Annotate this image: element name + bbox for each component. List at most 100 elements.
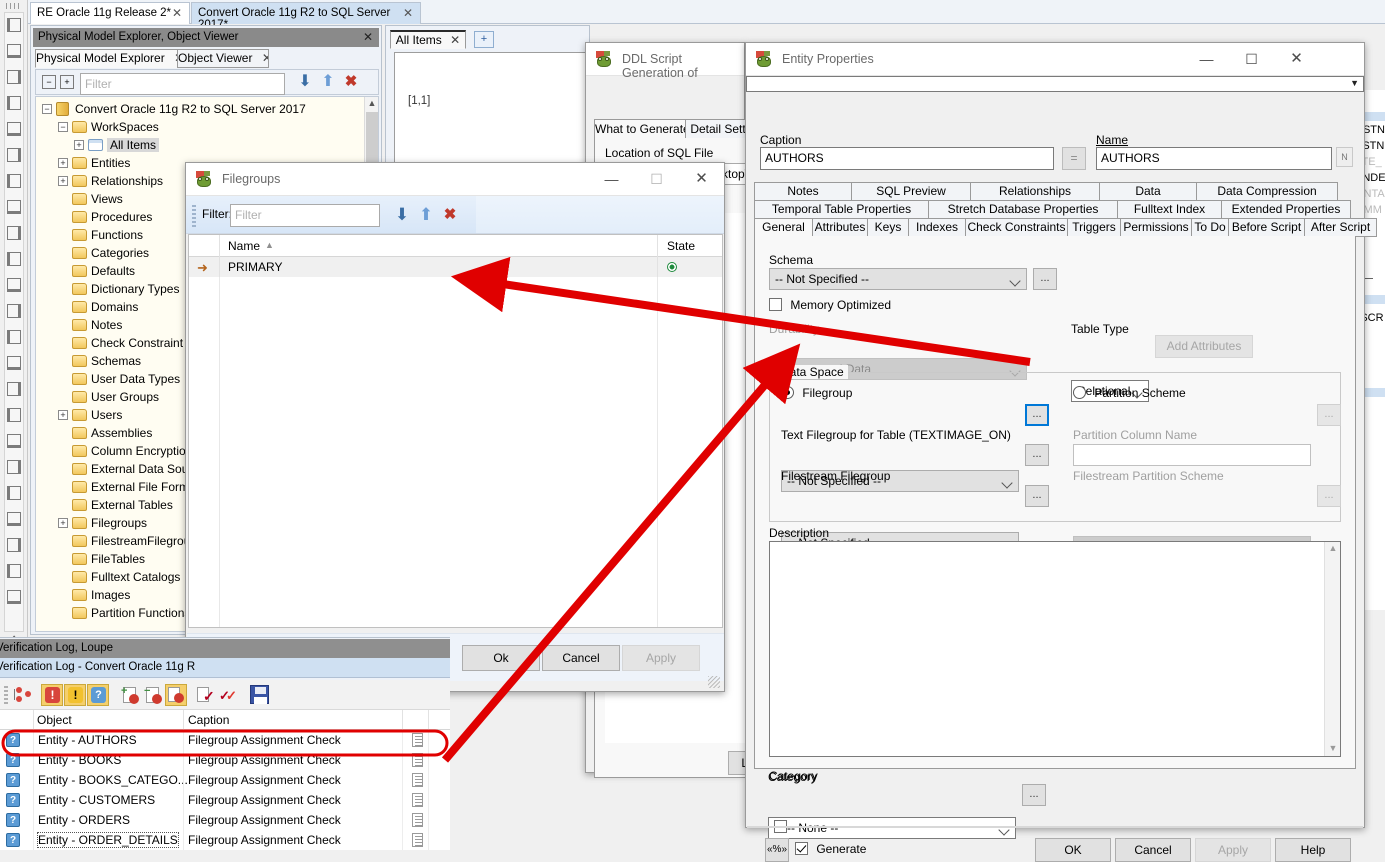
error-filter-icon[interactable]: ! [41,684,63,706]
send-back-icon[interactable] [7,330,21,344]
filegroup-browse-button[interactable]: ... [1025,404,1049,426]
move-down-icon[interactable]: ⬇ [392,205,412,225]
tab-check-constraints[interactable]: Check Constraints [965,218,1068,237]
explorer-filter-input[interactable]: Filter [80,73,285,95]
resize-grip[interactable] [708,676,720,688]
close-button[interactable]: ✕ [679,163,724,195]
tab-triggers[interactable]: Triggers [1067,218,1121,237]
check-icon[interactable]: ✓ [196,685,216,705]
route-u-icon[interactable] [7,460,21,474]
tab-detail-settings[interactable]: Detail Sett [685,119,751,139]
explorer-tabs[interactable]: Physical Model Explorer ✕ Object Viewer … [35,49,269,68]
generate-checkbox[interactable]: Generate [795,842,866,856]
collapse-icon[interactable]: − [58,122,68,132]
tab-fulltext-index[interactable]: Fulltext Index [1117,200,1222,219]
toolbar-grip[interactable] [4,686,8,704]
filegroup-radio[interactable]: Filegroup [781,386,852,400]
ddl-dialog-titlebar[interactable]: DDL Script Generation of [586,43,744,80]
tab-temporal-table-properties[interactable]: Temporal Table Properties [754,200,929,219]
minimize-button[interactable]: — [589,163,634,195]
document-tab-strip[interactable]: RE Oracle 11g Release 2* ✕ Convert Oracl… [28,0,1385,31]
left-toolbar[interactable]: ↕ [0,0,28,660]
space-v-icon[interactable] [7,278,21,292]
details-icon[interactable] [412,833,423,847]
toolbar-grip[interactable] [6,3,22,9]
tab-close-icon[interactable]: ✕ [450,33,460,47]
filestream-filegroup-browse-button[interactable]: ... [1025,485,1049,507]
expand-icon[interactable]: + [58,518,68,528]
details-icon[interactable] [412,793,423,807]
ok-button[interactable]: OK [1035,838,1111,862]
table-row[interactable]: ? Entity - CUSTOMERS Filegroup Assignment … [0,790,450,810]
tab-after-script[interactable]: After Script [1304,218,1377,237]
delete-icon[interactable]: ✖ [440,205,460,225]
tab-data-compression[interactable]: Data Compression [1196,182,1338,201]
scroll-up-arrow-icon[interactable]: ▲ [1325,542,1341,556]
tab-attributes[interactable]: Attributes [812,218,868,237]
table-row[interactable]: ➜ PRIMARY [189,257,722,277]
explorer-panel-close-icon[interactable]: ✕ [363,30,373,44]
expand-icon[interactable]: + [58,176,68,186]
move-up-icon[interactable]: ⬆ [416,205,436,225]
verification-log-grid[interactable]: Object Caption ? Entity - AUTHORS Filegrou… [0,710,450,850]
group-icon[interactable] [7,356,21,370]
tab-relationships[interactable]: Relationships [970,182,1100,201]
doc-tab-1[interactable]: Convert Oracle 11g R2 to SQL Server 2017… [191,2,421,31]
category-combo[interactable]: -- None -- [768,817,1016,839]
tab-general[interactable]: General [754,218,813,237]
column-header-state[interactable]: State [667,239,695,253]
scroll-up-arrow-icon[interactable]: ▲ [365,97,379,111]
tree-item-all-items[interactable]: + All Items [36,136,366,154]
distribute-h-icon[interactable] [7,174,21,188]
warning-filter-icon[interactable]: ! [64,684,86,706]
align-left-icon[interactable] [7,18,21,32]
check-all-icon[interactable]: ✓ ✓ [219,685,241,705]
log-column-caption[interactable]: Caption [188,713,229,727]
schema-browse-button[interactable]: ... [1033,268,1057,290]
ungroup-icon[interactable] [7,382,21,396]
tab-object-viewer[interactable]: Object Viewer ✕ [177,49,269,68]
bring-front-icon[interactable] [7,304,21,318]
tree-item-convert-oracle-11g-r2-to-sql-server-2017[interactable]: − Convert Oracle 11g R2 to SQL Server 201… [36,100,366,118]
tab-indexes[interactable]: Indexes [908,218,966,237]
align-middle-icon[interactable] [7,122,21,136]
doc-tab-1-close-icon[interactable]: ✕ [403,6,413,20]
details-icon[interactable] [412,773,423,787]
align-right-icon[interactable] [7,70,21,84]
tab-stretch-database-properties[interactable]: Stretch Database Properties [928,200,1118,219]
minimize-button[interactable]: — [1184,43,1229,75]
filegroups-list[interactable]: Name ▲ State ➜ PRIMARY [188,234,723,628]
doc-tab-0-close-icon[interactable]: ✕ [172,6,182,20]
diagram-tabs[interactable]: All Items ✕ + [390,30,494,49]
explorer-panel-header[interactable]: Physical Model Explorer, Object Viewer ✕ [33,28,379,47]
info-filter-icon[interactable]: ? [87,684,109,706]
collapse-all-icon[interactable]: − [42,75,56,89]
route-direct-icon[interactable] [7,590,21,604]
table-row[interactable]: ? Entity - ORDERS Filegroup Assignment Che… [0,810,450,830]
filegroups-filter-input[interactable]: Filter [230,204,380,227]
description-textarea[interactable] [769,541,1341,757]
macro-button[interactable]: «%» [765,838,789,862]
filegroups-titlebar[interactable]: Filegroups — ☐ ✕ [186,163,724,196]
tab-permissions[interactable]: Permissions [1120,218,1192,237]
route-z-icon[interactable] [7,512,21,526]
tab-notes[interactable]: Notes [754,182,852,201]
route-ortho-icon[interactable] [7,434,21,448]
log-column-object[interactable]: Object [37,713,72,727]
tab-physical-model-explorer[interactable]: Physical Model Explorer ✕ [35,49,178,68]
entity-tab-row-2[interactable]: General Attributes Keys Indexes Check Constr… [754,218,1377,237]
tab-close-icon[interactable]: ✕ [262,51,268,65]
name-input[interactable]: AUTHORS [1096,147,1332,170]
table-row[interactable]: ? Entity - AUTHORS Filegroup Assignment Ch… [0,730,450,750]
details-icon[interactable] [412,733,423,747]
same-size-icon[interactable] [7,226,21,240]
distribute-v-icon[interactable] [7,200,21,214]
route-l-icon[interactable] [7,486,21,500]
expand-icon[interactable]: + [58,158,68,168]
category-browse-button[interactable]: ... [1022,784,1046,806]
tab-sql-preview[interactable]: SQL Preview [851,182,971,201]
doc-tab-0[interactable]: RE Oracle 11g Release 2* ✕ [30,2,190,24]
equals-button[interactable]: = [1062,147,1086,170]
route-step-icon[interactable] [7,564,21,578]
expand-icon[interactable]: + [58,410,68,420]
